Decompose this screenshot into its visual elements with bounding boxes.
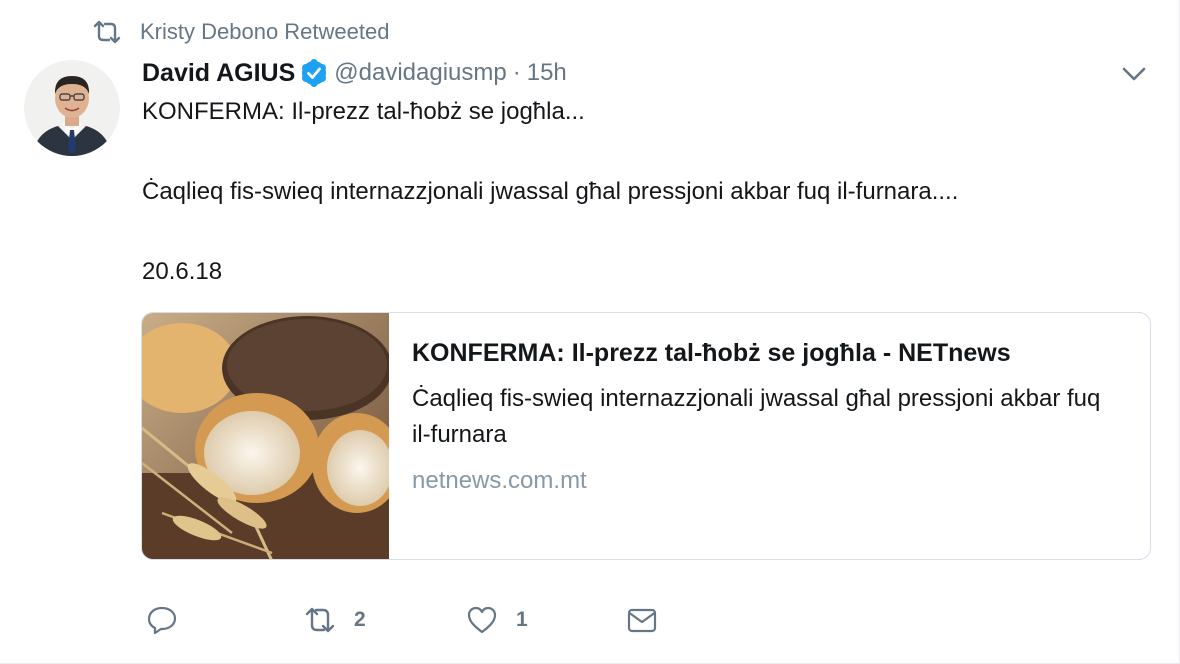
card-description: Ċaqlieq fis-swieq internazzjonali jwassa… <box>412 385 1101 448</box>
retweet-count: 2 <box>354 608 366 631</box>
tweet-text-line-3: 20.6.18 <box>142 258 223 285</box>
timestamp[interactable]: 15h <box>527 59 567 87</box>
author-handle[interactable]: @davidagiusmp <box>334 59 506 87</box>
retweet-icon <box>93 20 121 44</box>
reply-button[interactable] <box>146 602 178 638</box>
tweet-text-line-1: KONFERMA: Il-prezz tal-ħobż se jogħla... <box>142 98 585 125</box>
direct-message-button[interactable] <box>626 602 658 638</box>
retweet-button[interactable]: 2 <box>304 602 366 638</box>
tweet-text-line-2: Ċaqlieq fis-swieq internazzjonali jwassa… <box>142 178 959 205</box>
bread-photo <box>142 313 389 559</box>
chevron-down-icon[interactable] <box>1121 64 1147 84</box>
like-button[interactable]: 1 <box>466 602 528 638</box>
heart-icon <box>467 606 497 634</box>
avatar[interactable] <box>24 60 120 156</box>
reply-icon <box>147 606 177 635</box>
card-title[interactable]: KONFERMA: Il-prezz tal-ħobż se jogħla - … <box>412 339 1011 368</box>
retweet-context-label[interactable]: Kristy Debono Retweeted <box>140 19 389 45</box>
author-name[interactable]: David AGIUS <box>142 59 295 88</box>
card-domain: netnews.com.mt <box>412 467 587 494</box>
retweet-icon <box>305 607 335 633</box>
verified-badge-icon <box>302 59 327 87</box>
envelope-icon <box>627 608 657 633</box>
tweet-header: David AGIUS @davidagiusmp · 15h <box>142 56 567 90</box>
link-card[interactable]: KONFERMA: Il-prezz tal-ħobż se jogħla - … <box>141 312 1151 560</box>
retweet-context: Kristy Debono Retweeted <box>92 18 389 46</box>
separator: · <box>512 59 521 86</box>
tweet[interactable]: Kristy Debono Retweeted David AGIUS @dav… <box>0 0 1180 664</box>
like-count: 1 <box>516 608 528 631</box>
